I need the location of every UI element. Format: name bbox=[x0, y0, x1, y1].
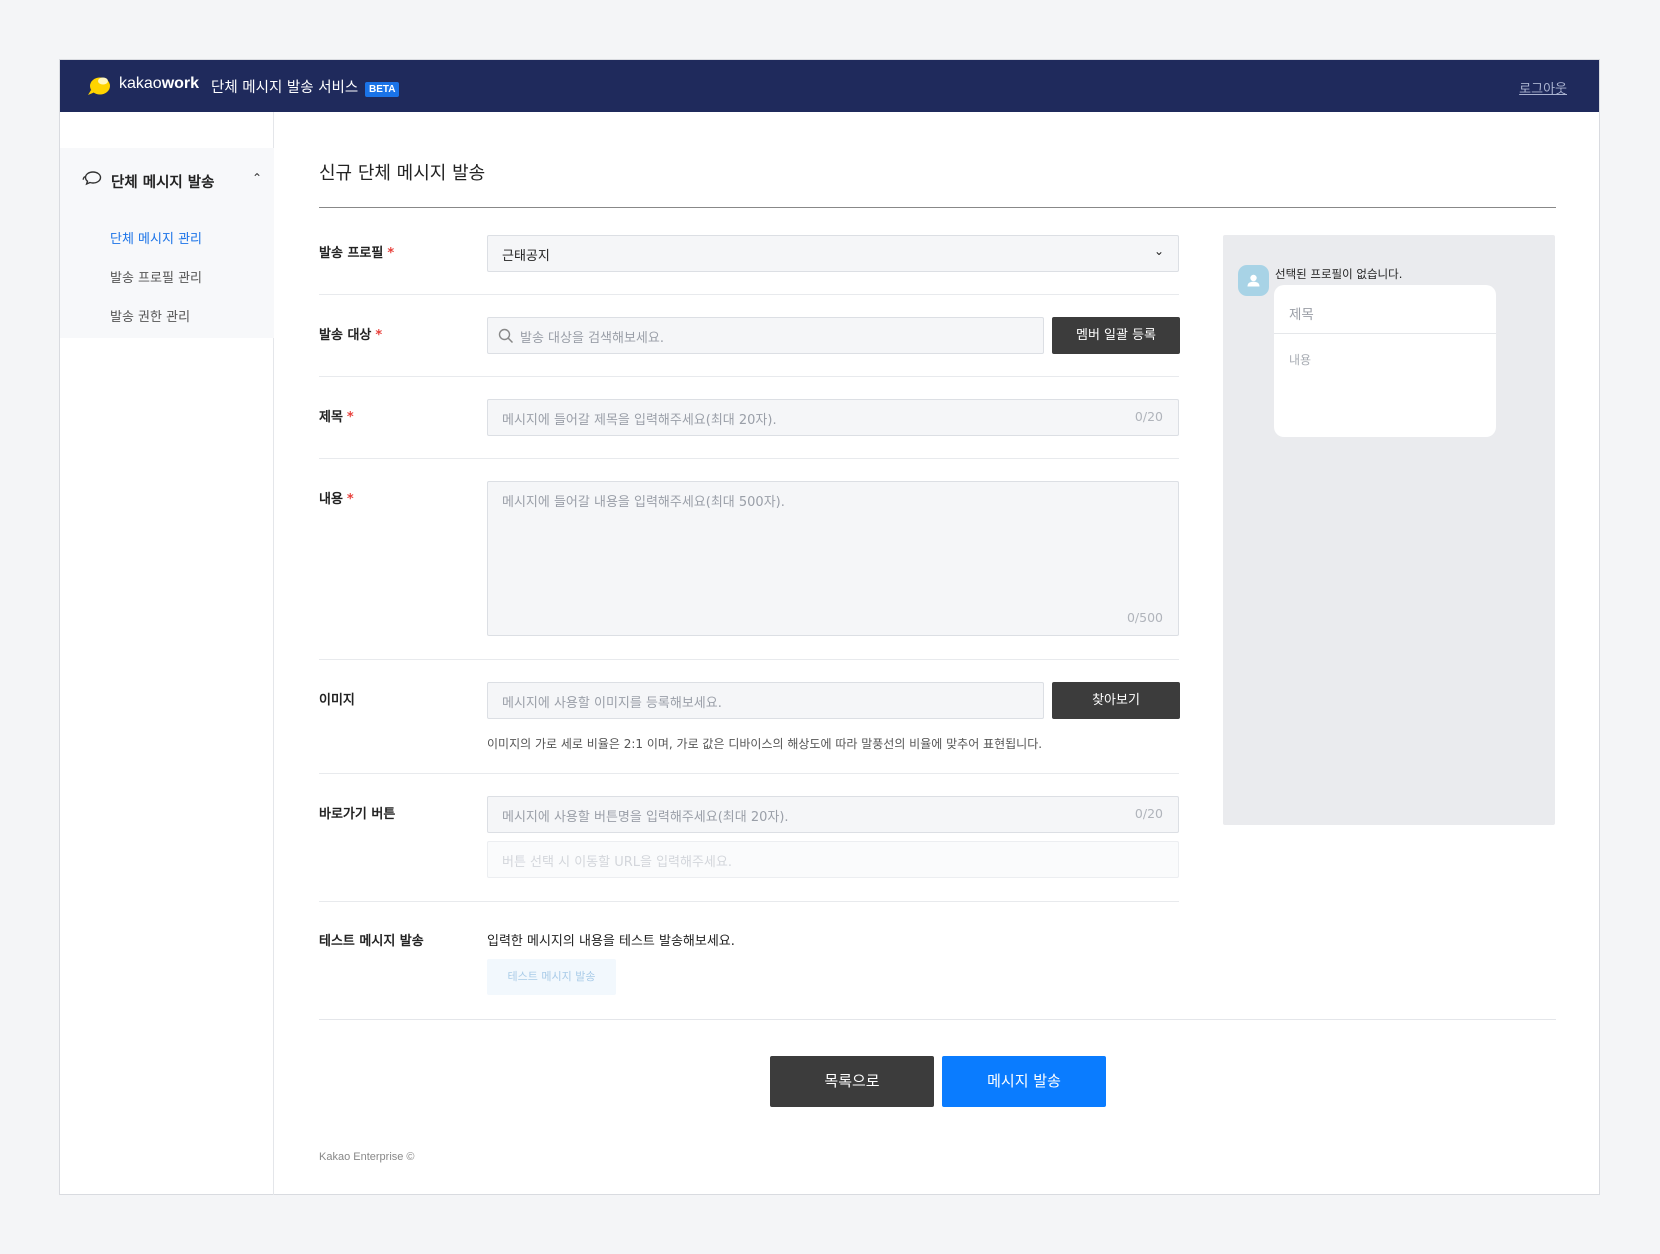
footer-copyright: Kakao Enterprise © bbox=[319, 1151, 415, 1163]
link-button-name-placeholder: 메시지에 사용할 버튼명을 입력해주세요(최대 20자). bbox=[502, 810, 789, 825]
row-divider bbox=[319, 773, 1179, 774]
subject-counter: 0/20 bbox=[1134, 409, 1163, 424]
preview-profile-name: 선택된 프로필이 없습니다. bbox=[1275, 267, 1403, 281]
subject-input[interactable]: 메시지에 들어갈 제목을 입력해주세요(최대 20자). 0/20 bbox=[487, 399, 1179, 436]
profile-select[interactable]: 근태공지 ⌄ bbox=[487, 235, 1179, 272]
kakaowork-logo-icon bbox=[88, 77, 110, 95]
link-button-name-input[interactable]: 메시지에 사용할 버튼명을 입력해주세요(최대 20자). 0/20 bbox=[487, 796, 1179, 833]
test-message-label: 테스트 메시지 발송 bbox=[319, 934, 424, 949]
send-message-button[interactable]: 메시지 발송 bbox=[942, 1056, 1106, 1107]
test-message-description: 입력한 메시지의 내용을 테스트 발송해보세요. bbox=[487, 934, 735, 949]
page-title: 신규 단체 메시지 발송 bbox=[319, 163, 486, 184]
preview-title: 제목 bbox=[1289, 307, 1314, 323]
preview-body: 내용 bbox=[1289, 353, 1312, 367]
sidebar-item-permission-management[interactable]: 발송 권한 관리 bbox=[110, 306, 190, 325]
subject-label: 제목 * bbox=[319, 410, 354, 425]
sidebar-item-profile-management[interactable]: 발송 프로필 관리 bbox=[110, 267, 202, 286]
title-divider bbox=[319, 207, 1556, 208]
sidebar-item-message-management[interactable]: 단체 메시지 관리 bbox=[110, 228, 202, 247]
image-input[interactable]: 메시지에 사용할 이미지를 등록해보세요. bbox=[487, 682, 1044, 719]
row-divider bbox=[319, 659, 1179, 660]
subject-placeholder: 메시지에 들어갈 제목을 입력해주세요(최대 20자). bbox=[502, 413, 777, 428]
top-navigation-bar: kakaowork 단체 메시지 발송 서비스 BETA 로그아웃 bbox=[60, 60, 1599, 112]
image-placeholder: 메시지에 사용할 이미지를 등록해보세요. bbox=[502, 696, 722, 711]
row-divider bbox=[319, 901, 1179, 902]
body-textarea[interactable]: 메시지에 들어갈 내용을 입력해주세요(최대 500자). 0/500 bbox=[487, 481, 1179, 636]
message-preview-panel: 선택된 프로필이 없습니다. 제목 내용 bbox=[1223, 235, 1555, 825]
body-label: 내용 * bbox=[319, 492, 354, 507]
target-search-placeholder: 발송 대상을 검색해보세요. bbox=[520, 331, 664, 346]
bottom-divider bbox=[319, 1019, 1556, 1020]
target-label: 발송 대상 * bbox=[319, 328, 383, 343]
link-url-placeholder: 버튼 선택 시 이동할 URL을 입력해주세요. bbox=[502, 855, 732, 870]
test-message-send-button[interactable]: 테스트 메시지 발송 bbox=[487, 959, 616, 995]
back-to-list-button[interactable]: 목록으로 bbox=[770, 1056, 934, 1107]
logout-link[interactable]: 로그아웃 bbox=[1519, 78, 1567, 97]
row-divider bbox=[319, 458, 1179, 459]
chat-bubbles-icon bbox=[82, 171, 102, 186]
chevron-up-icon: ⌃ bbox=[251, 171, 262, 185]
sidebar-section-title: 단체 메시지 발송 bbox=[111, 175, 215, 191]
browse-button[interactable]: 찾아보기 bbox=[1052, 682, 1180, 719]
preview-message-bubble: 제목 내용 bbox=[1274, 285, 1496, 437]
user-icon bbox=[1247, 274, 1260, 287]
row-divider bbox=[319, 294, 1179, 295]
row-divider bbox=[319, 376, 1179, 377]
link-button-counter: 0/20 bbox=[1134, 806, 1163, 821]
chevron-down-icon: ⌄ bbox=[1153, 244, 1164, 258]
body-counter: 0/500 bbox=[1126, 610, 1163, 625]
preview-divider bbox=[1274, 333, 1496, 334]
profile-select-value: 근태공지 bbox=[502, 249, 550, 264]
bulk-member-register-button[interactable]: 멤버 일괄 등록 bbox=[1052, 317, 1180, 354]
brand-name: kakaowork bbox=[119, 75, 200, 92]
app-window: kakaowork 단체 메시지 발송 서비스 BETA 로그아웃 단체 메시지… bbox=[59, 59, 1600, 1195]
target-search-input[interactable]: 발송 대상을 검색해보세요. bbox=[487, 317, 1044, 354]
sidebar-section-toggle[interactable]: 단체 메시지 발송 ⌃ bbox=[82, 168, 262, 192]
body-placeholder: 메시지에 들어갈 내용을 입력해주세요(최대 500자). bbox=[502, 495, 785, 510]
link-url-input[interactable]: 버튼 선택 시 이동할 URL을 입력해주세요. bbox=[487, 841, 1179, 878]
avatar bbox=[1238, 265, 1269, 296]
image-ratio-hint: 이미지의 가로 세로 비율은 2:1 이며, 가로 값은 디바이스의 해상도에 … bbox=[487, 737, 1043, 751]
image-label: 이미지 bbox=[319, 693, 355, 708]
sidebar: 단체 메시지 발송 ⌃ 단체 메시지 관리 발송 프로필 관리 발송 권한 관리 bbox=[60, 112, 274, 1195]
service-title: 단체 메시지 발송 서비스 bbox=[211, 80, 359, 96]
search-icon bbox=[498, 328, 514, 344]
profile-label: 발송 프로필 * bbox=[319, 246, 395, 261]
link-button-label: 바로가기 버튼 bbox=[319, 807, 396, 822]
sidebar-section: 단체 메시지 발송 ⌃ 단체 메시지 관리 발송 프로필 관리 발송 권한 관리 bbox=[60, 148, 274, 338]
beta-badge: BETA bbox=[365, 82, 400, 97]
